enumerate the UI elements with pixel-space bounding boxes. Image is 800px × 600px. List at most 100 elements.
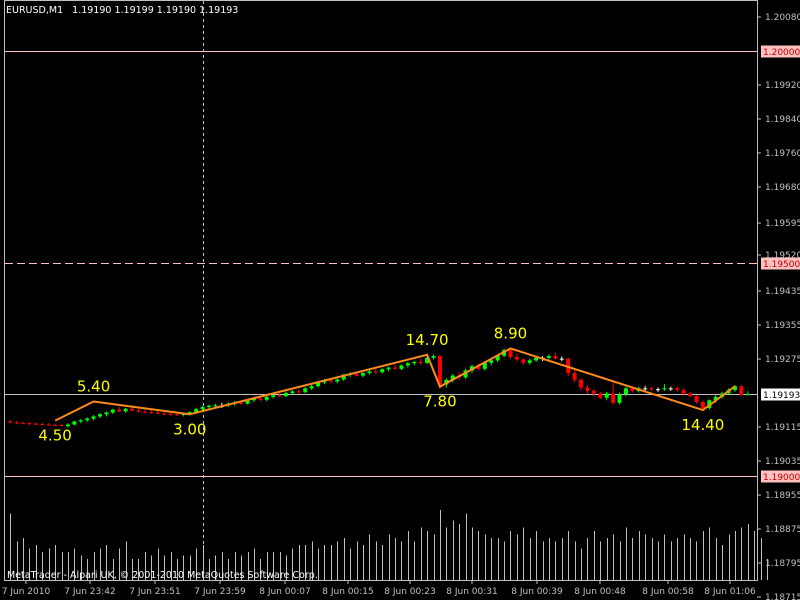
y-tick-label: 1.19595 [765,219,800,229]
candle-body [386,367,391,370]
candle-body [104,412,109,415]
candle-body [534,357,539,361]
candle-body [437,356,442,385]
candle-body [277,395,282,397]
candle-body [207,405,212,408]
zigzag-label: 3.00 [173,420,206,438]
y-tick-label: 1.19920 [765,81,800,91]
candle-body [527,360,532,363]
candle-body [623,388,628,395]
candle-body [328,380,333,382]
candle-body [579,379,584,388]
candle-body [739,386,744,396]
candle-body [284,393,288,397]
x-tick-label: 7 Jun 23:51 [129,587,180,597]
y-tick-label: 1.20080 [765,13,800,23]
candle-body [373,371,378,373]
x-tick-label: 7 Jun 23:59 [194,587,246,597]
candle-body [694,396,699,402]
y-tick-label: 1.18795 [765,559,800,569]
candle-body [553,356,558,359]
y-tick-label: 1.19840 [765,115,800,125]
chart-background [0,0,800,600]
candle-body [40,424,45,426]
candle-body [117,409,122,412]
price-chart[interactable]: 1.20080 1.19920 1.19840 1.19760 1.19680 1.195… [0,0,800,600]
copyright-footer: MetaTrader - Alpari UK, © 2001-2010 Meta… [7,570,318,581]
x-tick-label: 7 Jun 23:42 [64,587,115,597]
candle-body [98,414,102,417]
candle-body [335,379,340,382]
candle-body [72,421,77,425]
level-resistance-tag-label: 1.20000 [763,48,800,58]
x-tick-label: 8 Jun 00:15 [322,587,373,597]
candle-body [675,388,680,391]
candle-body [585,387,590,391]
x-tick-label: 8 Jun 00:48 [574,587,626,597]
candle-body [572,373,577,380]
candle-body [174,414,179,416]
y-tick-label: 1.19760 [765,149,800,159]
candle-body [296,391,301,393]
candle-body [27,423,32,425]
candle-body [649,388,654,390]
y-tick-label: 1.19115 [765,423,800,433]
y-tick-label: 1.18715 [765,593,800,600]
candle-body [611,393,616,403]
bid-tag-label: 1.19193 [763,391,800,401]
candle-body [668,388,673,390]
candle-body [681,390,686,394]
candle-body [354,373,359,376]
zigzag-label: 7.80 [423,393,456,411]
candle-body [78,420,83,422]
candle-body [14,422,19,424]
candle-body [21,422,26,424]
symbol-name: EURUSD,M1 [6,5,63,16]
candle-body [405,363,410,366]
candle-body [162,413,167,415]
candle-body [418,362,423,364]
x-tick-label: 8 Jun 01:06 [704,587,756,597]
ohlc-values: 1.19190 1.19199 1.19190 1.19193 [72,5,238,16]
candle-body [700,401,705,408]
x-tick-label: 8 Jun 00:58 [642,587,694,597]
candle-body [688,393,693,397]
candle-body [91,416,96,419]
candle-body [360,373,365,376]
x-tick-label: 8 Jun 00:07 [259,587,310,597]
candle-body [239,402,244,404]
y-tick-label: 1.19275 [765,355,800,365]
candle-body [46,424,51,426]
candle-body [142,411,147,413]
candle-body [33,423,38,425]
candle-body [110,409,115,413]
candle-body [200,407,205,410]
zigzag-label: 5.40 [77,378,110,396]
zigzag-label: 4.50 [38,427,71,445]
y-tick-label: 1.19435 [765,287,800,297]
y-tick-label: 1.19035 [765,457,800,467]
candle-body [514,356,519,360]
candle-body [508,350,513,357]
zigzag-label: 14.70 [406,331,449,349]
y-tick-label: 1.18955 [765,491,800,501]
level-middle-tag-label: 1.19500 [763,260,800,270]
candle-body [521,359,526,363]
candle-body [264,396,269,400]
x-tick-label: 7 Jun 2010 [2,587,51,597]
candle-body [591,390,596,394]
candle-body [271,395,276,397]
candle-body [643,388,648,390]
y-tick-label: 1.19680 [765,183,800,193]
candle-body [393,367,398,369]
x-tick-label: 8 Jun 00:31 [446,587,497,597]
candle-body [656,389,660,391]
candle-body [149,412,154,414]
y-tick-label: 1.18875 [765,525,800,535]
candle-body [412,362,417,364]
y-tick-label: 1.19355 [765,321,800,331]
x-tick-label: 8 Jun 00:23 [384,587,435,597]
candle-body [168,413,173,415]
candle-body [213,405,218,407]
x-tick-label: 8 Jun 00:39 [511,587,563,597]
